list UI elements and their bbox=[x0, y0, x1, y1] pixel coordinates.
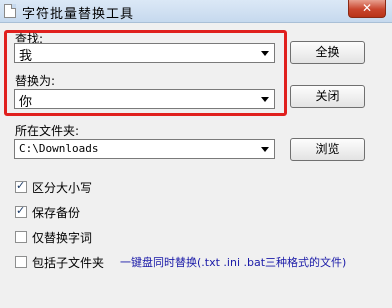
include-subfolders-label: 包括子文件夹 bbox=[32, 256, 105, 270]
folder-label: 所在文件夹: bbox=[15, 124, 80, 138]
chevron-down-icon[interactable] bbox=[261, 147, 269, 152]
replace-all-button[interactable]: 全换 bbox=[290, 41, 365, 64]
whole-word-label: 仅替换字词 bbox=[32, 231, 93, 245]
replace-value: 你 bbox=[19, 95, 33, 110]
whole-word-checkbox[interactable] bbox=[15, 231, 27, 243]
close-window-button[interactable]: ✕ bbox=[348, 0, 386, 18]
folder-value: C:\Downloads bbox=[19, 142, 99, 155]
find-combo[interactable]: 我 bbox=[14, 43, 275, 64]
chevron-down-icon[interactable] bbox=[261, 51, 269, 56]
close-button[interactable]: 关闭 bbox=[290, 85, 365, 108]
browse-button[interactable]: 浏览 bbox=[290, 138, 365, 161]
chevron-down-icon[interactable] bbox=[261, 97, 269, 102]
save-backup-checkbox[interactable] bbox=[15, 204, 27, 218]
find-value: 我 bbox=[19, 49, 33, 64]
format-note: 一键盘同时替换(.txt .ini .bat三种格式的文件) bbox=[120, 256, 347, 269]
replace-label: 替换为: bbox=[15, 74, 56, 88]
replace-tool-window: 字符批量替换工具 ✕ 查找: 我 替换为: 你 全换 关闭 所在文件夹: C:\… bbox=[0, 0, 392, 308]
document-icon bbox=[4, 4, 16, 18]
include-subfolders-checkbox[interactable] bbox=[15, 256, 27, 268]
title-bar: 字符批量替换工具 ✕ bbox=[0, 0, 392, 23]
replace-combo[interactable]: 你 bbox=[14, 89, 275, 110]
folder-combo[interactable]: C:\Downloads bbox=[14, 139, 275, 159]
case-sensitive-label: 区分大小写 bbox=[32, 181, 93, 195]
save-backup-label: 保存备份 bbox=[32, 206, 81, 220]
case-sensitive-checkbox[interactable] bbox=[15, 179, 27, 193]
window-title: 字符批量替换工具 bbox=[22, 7, 135, 22]
